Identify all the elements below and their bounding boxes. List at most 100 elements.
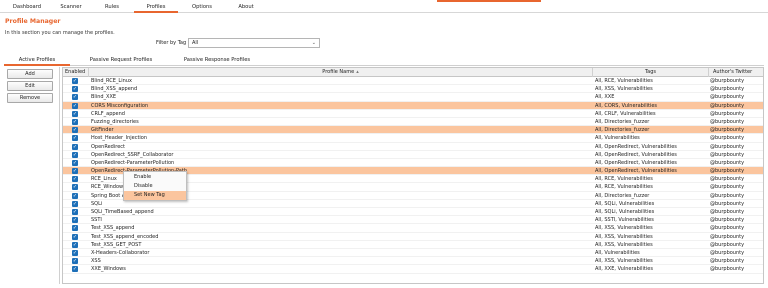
checkbox-checked-icon[interactable]: ✓: [72, 184, 78, 191]
table-row[interactable]: ✓ XSS All, XSS, Vulnerabilities @burpbounty: [63, 257, 763, 266]
checkbox-checked-icon[interactable]: ✓: [72, 127, 78, 134]
checkbox-checked-icon[interactable]: ✓: [72, 143, 78, 150]
subtab-active-profiles[interactable]: Active Profiles: [4, 56, 70, 66]
tab-rules[interactable]: Rules: [94, 3, 130, 13]
enabled-cell[interactable]: ✓: [63, 151, 87, 159]
checkbox-checked-icon[interactable]: ✓: [72, 159, 78, 166]
header-profile-name[interactable]: Profile Name ▴: [89, 68, 593, 77]
table-row[interactable]: ✓ SSTI All, SSTI, Vulnerabilities @burpboun…: [63, 216, 763, 225]
table-row[interactable]: ✓ Blind_XSS_append All, XSS, Vulnerabiliti…: [63, 85, 763, 94]
enabled-cell[interactable]: ✓: [63, 102, 87, 110]
subtab-passive-response[interactable]: Passive Response Profiles: [170, 56, 264, 66]
table-row[interactable]: ✓ X-Headers-Collaborator All, Vulnerabilit…: [63, 249, 763, 258]
edit-button[interactable]: Edit: [7, 81, 53, 91]
enabled-cell[interactable]: ✓: [63, 159, 87, 167]
author-cell: @burpbounty: [710, 143, 745, 150]
table-row[interactable]: ✓ Blind_XXE All, XXE @burpbounty: [63, 93, 763, 102]
enabled-cell[interactable]: ✓: [63, 200, 87, 208]
enabled-cell[interactable]: ✓: [63, 224, 87, 232]
table-row[interactable]: ✓ Host_Header_Injection All, Vulnerabiliti…: [63, 134, 763, 143]
checkbox-checked-icon[interactable]: ✓: [72, 209, 78, 215]
checkbox-checked-icon[interactable]: ✓: [72, 225, 78, 232]
checkbox-checked-icon[interactable]: ✓: [72, 110, 78, 117]
table-row[interactable]: ✓ Test_XSS_append All, XSS, Vulnerabilitie…: [63, 224, 763, 233]
checkbox-checked-icon[interactable]: ✓: [72, 233, 78, 240]
enabled-cell[interactable]: ✓: [63, 126, 87, 134]
table-row[interactable]: ✓ CRLF_append All, CRLF, Vulnerabilities @b…: [63, 110, 763, 118]
accent-bar: [437, 0, 541, 2]
tags-cell: All, XXE: [595, 94, 615, 101]
author-cell: @burpbounty: [710, 110, 745, 117]
enabled-cell[interactable]: ✓: [63, 192, 87, 200]
enabled-cell[interactable]: ✓: [63, 233, 87, 241]
table-row[interactable]: ✓ Test_XSS_append_encoded All, XSS, Vulner…: [63, 233, 763, 241]
add-button[interactable]: Add: [7, 69, 53, 79]
checkbox-checked-icon[interactable]: ✓: [72, 176, 78, 183]
enabled-cell[interactable]: ✓: [63, 143, 87, 151]
header-author[interactable]: Author's Twitter: [709, 68, 763, 77]
enabled-cell[interactable]: ✓: [63, 134, 87, 142]
checkbox-checked-icon[interactable]: ✓: [72, 118, 78, 125]
table-row[interactable]: ✓ OpenRedirect-ParameterPollution All, Ope…: [63, 159, 763, 168]
checkbox-checked-icon[interactable]: ✓: [72, 78, 78, 84]
checkbox-checked-icon[interactable]: ✓: [72, 249, 78, 256]
enabled-cell[interactable]: ✓: [63, 249, 87, 257]
checkbox-checked-icon[interactable]: ✓: [72, 102, 78, 109]
table-row[interactable]: ✓ SQLi All, SQLi, Vulnerabilities @burpboun…: [63, 200, 763, 208]
checkbox-checked-icon[interactable]: ✓: [72, 168, 78, 175]
table-row[interactable]: ✓ Blind_RCE_Linux All, RCE, Vulnerabilitie…: [63, 77, 763, 86]
table-row[interactable]: ✓ XXE_Windows All, XXE, Vulnerabilities @bu…: [63, 265, 763, 274]
checkbox-checked-icon[interactable]: ✓: [72, 86, 78, 93]
tags-cell: All, XSS, Vulnerabilities: [595, 258, 653, 265]
filter-tag-select[interactable]: All ⌄: [188, 38, 320, 48]
author-cell: @burpbounty: [710, 168, 745, 175]
tags-cell: All, XSS, Vulnerabilities: [595, 225, 653, 232]
checkbox-checked-icon[interactable]: ✓: [72, 217, 78, 224]
table-row[interactable]: ✓ GitFinder All, Directories_fuzzer @burpbo…: [63, 126, 763, 135]
tags-cell: All, OpenRedirect, Vulnerabilities: [595, 159, 677, 166]
tab-scanner[interactable]: Scanner: [52, 3, 90, 13]
enabled-cell[interactable]: ✓: [63, 257, 87, 265]
profile-name-cell: Test_XSS_GET_POST: [91, 241, 142, 248]
menu-item-disable[interactable]: Disable: [124, 182, 186, 191]
table-row[interactable]: ✓ Fuzzing_directories All, Directories_fuz…: [63, 118, 763, 127]
tab-profiles[interactable]: Profiles: [134, 3, 178, 13]
enabled-cell[interactable]: ✓: [63, 241, 87, 249]
checkbox-checked-icon[interactable]: ✓: [72, 135, 78, 142]
tab-about[interactable]: About: [226, 3, 266, 13]
checkbox-checked-icon[interactable]: ✓: [72, 94, 78, 101]
checkbox-checked-icon[interactable]: ✓: [72, 266, 78, 273]
enabled-cell[interactable]: ✓: [63, 167, 87, 175]
enabled-cell[interactable]: ✓: [63, 265, 87, 273]
menu-item-enable[interactable]: Enable: [124, 173, 186, 182]
table-row[interactable]: ✓ OpenRedirect_SSRF_Collaborator All, Open…: [63, 151, 763, 159]
tab-options[interactable]: Options: [182, 3, 222, 13]
table-row[interactable]: ✓ CORS Misconfiguration All, CORS, Vulnera…: [63, 101, 763, 110]
table-row[interactable]: ✓ Test_XSS_GET_POST All, XSS, Vulnerabilit…: [63, 241, 763, 249]
author-cell: @burpbounty: [710, 209, 745, 215]
enabled-cell[interactable]: ✓: [63, 216, 87, 224]
remove-button[interactable]: Remove: [7, 93, 53, 103]
tags-cell: All, SSTI, Vulnerabilities: [595, 217, 654, 224]
table-row[interactable]: ✓ SQLi_TimeBased_append All, SQLi, Vulnera…: [63, 208, 763, 217]
subtab-passive-request[interactable]: Passive Request Profiles: [76, 56, 166, 66]
header-tags[interactable]: Tags: [593, 68, 709, 77]
tab-dashboard[interactable]: Dashboard: [6, 3, 48, 13]
enabled-cell[interactable]: ✓: [63, 85, 87, 93]
checkbox-checked-icon[interactable]: ✓: [72, 151, 78, 158]
enabled-cell[interactable]: ✓: [63, 175, 87, 183]
checkbox-checked-icon[interactable]: ✓: [72, 192, 78, 199]
author-cell: @burpbounty: [710, 217, 745, 224]
enabled-cell[interactable]: ✓: [63, 110, 87, 118]
enabled-cell[interactable]: ✓: [63, 77, 87, 85]
enabled-cell[interactable]: ✓: [63, 208, 87, 216]
checkbox-checked-icon[interactable]: ✓: [72, 200, 78, 207]
table-row[interactable]: ✓ OpenRedirect All, OpenRedirect, Vulnerab…: [63, 143, 763, 151]
checkbox-checked-icon[interactable]: ✓: [72, 241, 78, 248]
menu-item-set-new-tag[interactable]: Set New Tag: [124, 191, 186, 200]
enabled-cell[interactable]: ✓: [63, 93, 87, 101]
enabled-cell[interactable]: ✓: [63, 118, 87, 126]
header-enabled[interactable]: Enabled: [63, 68, 89, 77]
checkbox-checked-icon[interactable]: ✓: [72, 258, 78, 265]
enabled-cell[interactable]: ✓: [63, 183, 87, 191]
